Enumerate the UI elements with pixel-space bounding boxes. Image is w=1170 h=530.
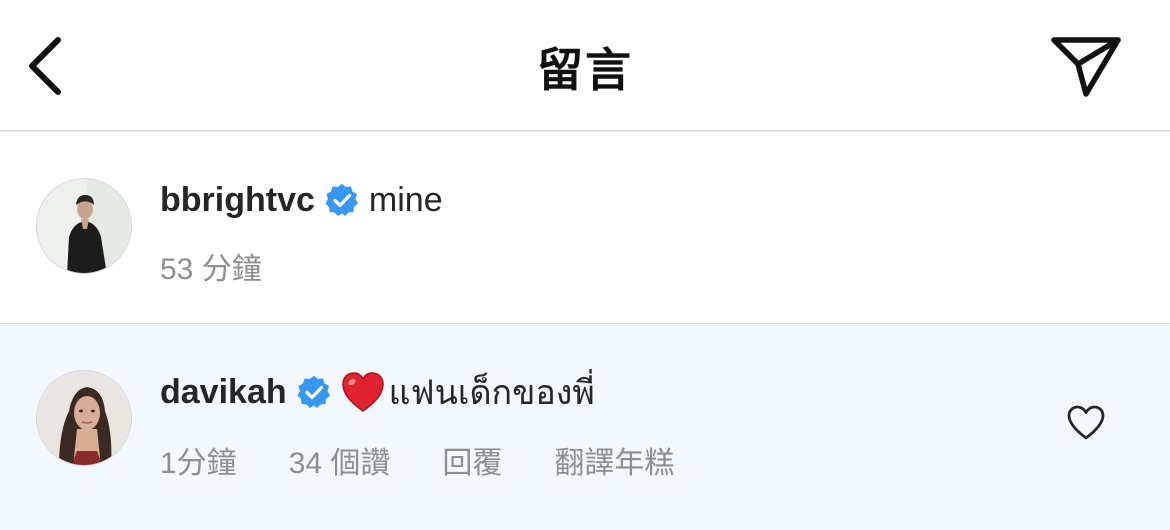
comment-item: davikah แฟนเด็กของพี่ 1分鐘 34 個讚 回覆 翻譯年糕 [0, 324, 1170, 530]
comment-timestamp: 1分鐘 [160, 447, 237, 480]
comment-meta: 53 分鐘 [160, 244, 262, 288]
paper-plane-icon[interactable] [1048, 34, 1124, 98]
avatar[interactable] [36, 178, 132, 274]
red-heart-icon [341, 372, 384, 412]
comment-item: bbrightvc mine 53 分鐘 [0, 132, 1170, 324]
likes-count[interactable]: 34 個讚 [289, 438, 391, 482]
comment-meta: 1分鐘 34 個讚 回覆 翻譯年糕 [160, 438, 674, 482]
comment-content: davikah แฟนเด็กของพี่ [160, 370, 595, 414]
comment-username[interactable]: bbrightvc [160, 181, 315, 220]
verified-badge-icon [297, 376, 330, 408]
comment-text: mine [368, 180, 443, 219]
chevron-left-icon[interactable] [22, 32, 72, 102]
page-title: 留言 [537, 44, 633, 96]
comment-username[interactable]: davikah [160, 373, 287, 412]
top-bar: 留言 [0, 0, 1170, 132]
translate-button[interactable]: 翻譯年糕 [554, 438, 674, 482]
avatar[interactable] [36, 370, 132, 466]
verified-badge-icon [325, 184, 358, 216]
comment-text: แฟนเด็กของพี่ [388, 374, 595, 412]
heart-outline-icon[interactable] [1066, 404, 1106, 442]
comment-content: bbrightvc mine [160, 178, 443, 222]
reply-button[interactable]: 回覆 [442, 438, 502, 482]
comment-timestamp: 53 分鐘 [160, 253, 262, 286]
